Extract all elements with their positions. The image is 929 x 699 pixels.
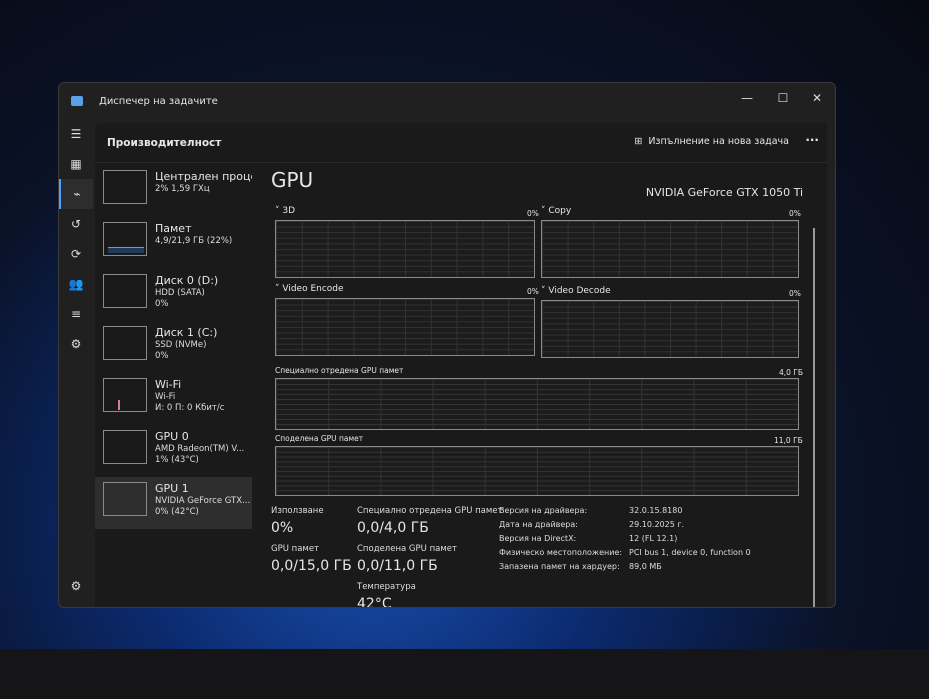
graph-copy bbox=[541, 220, 799, 278]
details-icon[interactable]: ≡ bbox=[59, 299, 93, 329]
performance-icon[interactable]: ⌁ bbox=[59, 179, 93, 209]
item-title: Централен проце bbox=[155, 170, 252, 183]
graph-video-encode bbox=[275, 298, 535, 356]
menu-icon[interactable]: ☰ bbox=[59, 119, 93, 149]
memory-thumbnail bbox=[103, 222, 147, 256]
more-options-button[interactable]: ··· bbox=[805, 133, 819, 147]
wifi-thumbnail bbox=[103, 378, 147, 412]
item-sub: HDD (SATA) bbox=[155, 288, 205, 298]
services-icon[interactable]: ⚙ bbox=[59, 329, 93, 359]
cpu-thumbnail bbox=[103, 170, 147, 204]
graph-video-decode-label[interactable]: ˅ Video Decode bbox=[541, 286, 611, 296]
gpu-memory-value: 0,0/15,0 ГБ bbox=[271, 558, 352, 574]
dedicated-memory-max: 4,0 ГБ bbox=[779, 368, 804, 377]
item-sub2: 0% bbox=[155, 299, 169, 309]
resource-disk-0[interactable]: Диск 0 (D:) HDD (SATA) 0% bbox=[95, 269, 252, 321]
driver-version-label: Версия на драйвера: bbox=[499, 506, 588, 515]
shared-label: Споделена GPU памет bbox=[357, 544, 457, 554]
disk-thumbnail bbox=[103, 274, 147, 308]
dedicated-value: 0,0/4,0 ГБ bbox=[357, 520, 429, 536]
item-sub2: 1% (43°C) bbox=[155, 455, 199, 465]
item-title: Памет bbox=[155, 222, 192, 235]
usage-label: Използване bbox=[271, 506, 324, 516]
disk-thumbnail bbox=[103, 326, 147, 360]
item-sub2: 0% bbox=[155, 351, 169, 361]
run-new-task-button[interactable]: ⊞ Изпълнение на нова задача bbox=[634, 136, 789, 147]
graph-3d-label[interactable]: ˅ 3D bbox=[275, 206, 295, 216]
startup-icon[interactable]: ⟳ bbox=[59, 239, 93, 269]
resource-memory[interactable]: Памет 4,9/21,9 ГБ (22%) bbox=[95, 217, 252, 269]
processes-icon[interactable]: ▦ bbox=[59, 149, 93, 179]
resource-cpu[interactable]: Централен проце 2% 1,59 ГХц bbox=[95, 165, 252, 217]
resource-list: Централен проце 2% 1,59 ГХц Памет 4,9/21,9… bbox=[95, 165, 252, 529]
resource-gpu-0[interactable]: GPU 0 AMD Radeon(TM) V... 1% (43°C) bbox=[95, 425, 252, 477]
temperature-value: 42°C bbox=[357, 596, 392, 608]
directx-label: Версия на DirectX: bbox=[499, 534, 577, 543]
graph-video-encode-label[interactable]: ˅ Video Encode bbox=[275, 284, 344, 294]
graph-3d-value: 0% bbox=[527, 209, 539, 218]
laptop-bezel bbox=[0, 649, 929, 699]
item-title: GPU 1 bbox=[155, 482, 189, 495]
shared-memory-label: Споделена GPU памет bbox=[275, 434, 364, 443]
app-history-icon[interactable]: ↺ bbox=[59, 209, 93, 239]
resource-wifi[interactable]: Wi-Fi Wi-Fi И: 0 П: 0 Кбит/с bbox=[95, 373, 252, 425]
item-sub2: И: 0 П: 0 Кбит/с bbox=[155, 403, 225, 413]
gpu-memory-label: GPU памет bbox=[271, 544, 319, 554]
item-sub: Wi-Fi bbox=[155, 392, 176, 402]
directx-value: 12 (FL 12.1) bbox=[629, 534, 678, 543]
nav-rail: ☰ ▦ ⌁ ↺ ⟳ 👥 ≡ ⚙ ⚙ bbox=[59, 119, 93, 607]
scrollbar[interactable] bbox=[813, 228, 815, 607]
performance-panel: Производителност ⊞ Изпълнение на нова зад… bbox=[95, 123, 827, 607]
dedicated-label: Специално отредена GPU памет bbox=[357, 506, 503, 516]
graph-video-decode bbox=[541, 300, 799, 358]
graph-3d bbox=[275, 220, 535, 278]
users-icon[interactable]: 👥 bbox=[59, 269, 93, 299]
item-sub: AMD Radeon(TM) V... bbox=[155, 444, 245, 454]
minimize-button[interactable]: — bbox=[737, 91, 757, 105]
gpu-thumbnail bbox=[103, 430, 147, 464]
driver-version-value: 32.0.15.8180 bbox=[629, 506, 683, 515]
close-button[interactable]: ✕ bbox=[807, 91, 827, 105]
item-title: Диск 0 (D:) bbox=[155, 274, 219, 287]
resource-disk-1[interactable]: Диск 1 (C:) SSD (NVMe) 0% bbox=[95, 321, 252, 373]
maximize-button[interactable]: ☐ bbox=[773, 91, 793, 105]
gpu-thumbnail bbox=[103, 482, 147, 516]
driver-date-value: 29.10.2025 г. bbox=[629, 520, 685, 529]
reserved-memory-value: 89,0 МБ bbox=[629, 562, 662, 571]
graph-copy-label[interactable]: ˅ Copy bbox=[541, 206, 571, 216]
driver-date-label: Дата на драйвера: bbox=[499, 520, 578, 529]
item-sub: 4,9/21,9 ГБ (22%) bbox=[155, 236, 233, 246]
graph-shared-memory bbox=[275, 446, 799, 496]
item-title: GPU 0 bbox=[155, 430, 189, 443]
gpu-name: NVIDIA GeForce GTX 1050 Ti bbox=[645, 186, 803, 199]
title-bar: Диспечер на задачите bbox=[59, 83, 835, 119]
graph-copy-value: 0% bbox=[789, 209, 801, 218]
resource-gpu-1[interactable]: GPU 1 NVIDIA GeForce GTX... 0% (42°C) bbox=[95, 477, 252, 529]
temperature-label: Температура bbox=[357, 582, 416, 592]
item-sub: NVIDIA GeForce GTX... bbox=[155, 496, 251, 506]
usage-value: 0% bbox=[271, 520, 294, 536]
window-title: Диспечер на задачите bbox=[99, 95, 218, 107]
dedicated-memory-label: Специално отредена GPU памет bbox=[275, 366, 404, 375]
location-value: PCI bus 1, device 0, function 0 bbox=[629, 548, 751, 557]
settings-icon[interactable]: ⚙ bbox=[59, 571, 93, 601]
new-task-icon: ⊞ bbox=[634, 136, 643, 147]
item-title: Диск 1 (C:) bbox=[155, 326, 218, 339]
task-manager-window: Диспечер на задачите — ☐ ✕ ☰ ▦ ⌁ ↺ ⟳ 👥 ≡… bbox=[58, 82, 836, 608]
item-sub: SSD (NVMe) bbox=[155, 340, 207, 350]
graph-video-encode-value: 0% bbox=[527, 287, 539, 296]
page-title: Производителност bbox=[107, 136, 222, 149]
location-label: Физическо местоположение: bbox=[499, 548, 623, 557]
graph-dedicated-memory bbox=[275, 378, 799, 430]
shared-value: 0,0/11,0 ГБ bbox=[357, 558, 438, 574]
reserved-memory-label: Запазена памет на хардуер: bbox=[499, 562, 620, 571]
gpu-detail: GPU NVIDIA GeForce GTX 1050 Ti ˅ 3D 0% ˅… bbox=[271, 168, 817, 607]
new-task-label: Изпълнение на нова задача bbox=[648, 136, 789, 147]
item-sub2: 0% (42°C) bbox=[155, 507, 199, 517]
app-icon bbox=[71, 96, 83, 106]
graph-video-decode-value: 0% bbox=[789, 289, 801, 298]
shared-memory-max: 11,0 ГБ bbox=[774, 436, 803, 445]
item-title: Wi-Fi bbox=[155, 378, 182, 391]
item-sub: 2% 1,59 ГХц bbox=[155, 184, 210, 194]
